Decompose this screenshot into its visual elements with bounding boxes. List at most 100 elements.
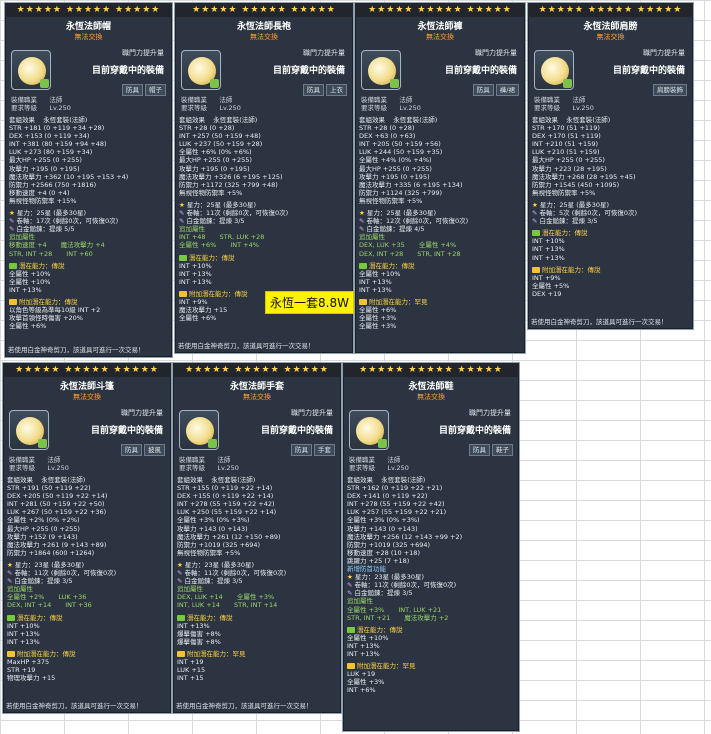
bonus-line: 以角色等級為準每10級 INT +2	[9, 306, 101, 315]
tooltip-cape: ★★★★★ ★★★★★ ★★★★★ 永恆法師斗篷 無法交換 職門力提升量 目前穿…	[2, 362, 172, 714]
platinum-label: 白金鎚鍊：	[539, 217, 573, 226]
item-title: 永恆法師帽	[65, 22, 111, 32]
stat-line: 攻擊力 +143 (0 +143)	[347, 524, 418, 533]
stat-line: STR +170 (51 +119)	[532, 124, 600, 133]
stat-line: 攻擊力 +195 (0 +195)	[179, 164, 250, 173]
platinum-value: 提煉 5/5	[49, 225, 75, 234]
stat-line: 無視怪物防禦率 +5%	[177, 548, 241, 557]
platinum-value: 提煉 4/5	[399, 225, 425, 234]
hammer-value: 11次 (剩餘0次，可恢復0次)	[204, 569, 287, 578]
stat-line: 防禦力 +1172 (325 +799 +48)	[179, 180, 278, 189]
item-title: 永恆法師褲	[417, 22, 463, 32]
job-label: 裝備職業	[11, 96, 37, 104]
current-equipment-label: 目前穿戴中的裝備	[444, 66, 517, 76]
footer-note: 若使用白金神奇剪刀，該道具可進行一次交易！	[176, 702, 313, 710]
untradeable-label: 無法交換	[417, 393, 445, 401]
job-value: 法師	[47, 456, 61, 464]
star-label: 星力：	[539, 200, 560, 209]
hammer-icon: ✎	[359, 217, 365, 226]
potential-icon	[7, 614, 15, 621]
job-label: 裝備職業	[181, 96, 207, 104]
potential-line: INT +13%	[359, 277, 392, 286]
tag: 防具	[472, 84, 494, 96]
star-label: 星力：	[366, 209, 387, 218]
item-title: 永恆法師手套	[229, 382, 284, 392]
lock-icon	[38, 439, 47, 448]
bonus-label: 附加潛在能力：	[369, 297, 415, 306]
stat-line: 全屬性 +4% (0% +4%)	[359, 156, 432, 165]
potential-label: 潛在能力：	[357, 625, 390, 634]
hammer-label: 卷軸：	[186, 209, 207, 218]
bonus-grade: 傳說	[62, 649, 76, 658]
star-icon: ★	[532, 200, 538, 209]
stat-line: INT +381 (80 +159 +94 +48)	[9, 140, 107, 149]
star-icon: ★	[7, 560, 13, 569]
extra-line: STR, INT +21	[347, 613, 391, 622]
bonus-line: 全屬性 +3%	[359, 322, 397, 331]
potential-grade: 傳說	[574, 229, 588, 238]
hammer-icon: ✎	[177, 569, 183, 578]
tooltip-gloves: ★★★★★ ★★★★★ ★★★★★ 永恆法師手套 無法交換 職門力提升量 目前穿…	[172, 362, 342, 714]
stat-line: STR +181 (0 +119 +34 +28)	[9, 124, 105, 133]
tag: 防具	[291, 444, 312, 456]
stat-line: 移動速度 +4 (0 +4)	[9, 188, 70, 197]
level-value: Lv.250	[219, 104, 241, 112]
stat-line: 最大HP +255 (0 +255)	[532, 156, 605, 165]
star-label: 星力：	[186, 200, 207, 209]
set-value: 永恆套裝(法師)	[393, 116, 438, 124]
bonus-grade: 罕見	[232, 649, 246, 658]
level-label: 要求等級	[361, 104, 387, 112]
set-label: 套組效果	[9, 116, 35, 124]
hammer-label: 卷軸：	[16, 217, 37, 226]
stat-line: 魔法攻擊力 +256 (12 +143 +99 +2)	[347, 532, 463, 541]
untradeable-label: 無法交換	[243, 393, 271, 401]
level-label: 要求等級	[534, 104, 560, 112]
extra-label: 追加屬性	[347, 597, 373, 606]
current-equipment-label: 目前穿戴中的裝備	[90, 426, 163, 436]
extra-line: STR, INT +28	[9, 249, 53, 258]
stat-line: 最大HP +255 (0 +255)	[9, 156, 82, 165]
potential-icon	[347, 626, 355, 633]
job-label: 裝備職業	[534, 96, 560, 104]
potential-line: INT +13%	[347, 641, 380, 650]
job-label: 裝備職業	[361, 96, 387, 104]
star-value: 23星 (最多30星)	[34, 560, 85, 569]
untradeable-label: 無法交換	[426, 33, 454, 41]
stat-line: 無視怪物防禦率 +5%	[179, 188, 243, 197]
stat-line: 魔法攻擊力 +335 (6 +195 +134)	[359, 180, 463, 189]
potential-grade: 傳說	[49, 613, 63, 622]
item-title: 永恆法師肩膀	[583, 22, 638, 32]
bonus-line: 全屬性 +5%	[532, 281, 570, 290]
potential-line: INT +13%	[7, 637, 40, 646]
item-title: 永恆法師斗篷	[59, 382, 114, 392]
bonus-grade: 傳說	[234, 289, 248, 298]
extra-line: 魔法攻擊力 +4	[60, 241, 105, 250]
shoulder-icon	[534, 50, 574, 90]
extra-line: DEX, LUK +14	[177, 593, 223, 602]
level-label: 要求等級	[9, 464, 35, 472]
stat-line: 防禦力 +2566 (750 +1816)	[9, 180, 97, 189]
tag: 手套	[314, 444, 335, 456]
star-icon: ★	[9, 209, 15, 218]
stat-line: DEX +205 (50 +119 +22 +14)	[7, 492, 108, 501]
potential-line: 全屬性 +10%	[347, 633, 389, 642]
set-label: 套組效果	[359, 116, 385, 124]
extra-line: INT +36	[65, 601, 92, 610]
lock-icon	[378, 439, 387, 448]
bonus-potential-icon	[179, 290, 187, 297]
stat-line: 全屬性 +3% (0% +3%)	[177, 516, 250, 525]
bonus-label: 附加潛在能力：	[17, 649, 63, 658]
extra-line: STR, INT +14	[233, 601, 278, 610]
bonus-label: 附加潛在能力：	[189, 289, 235, 298]
potential-line: INT +13%	[359, 285, 392, 294]
potential-label: 潛在能力：	[542, 229, 575, 238]
job-value: 法師	[399, 96, 413, 104]
potential-grade: 傳說	[219, 613, 233, 622]
stat-line: STR +28 (0 +28)	[359, 124, 415, 133]
set-label: 套組效果	[532, 116, 558, 124]
star-value: 25星 (最多30星)	[386, 209, 437, 218]
platinum-value: 提煉 3/5	[219, 217, 245, 226]
potential-line: 全屬性 +10%	[359, 269, 401, 278]
footer-note: 若使用白金神奇剪刀，該道具可進行一次交易！	[8, 346, 145, 354]
extra-line: 全屬性 +3%	[347, 605, 385, 614]
